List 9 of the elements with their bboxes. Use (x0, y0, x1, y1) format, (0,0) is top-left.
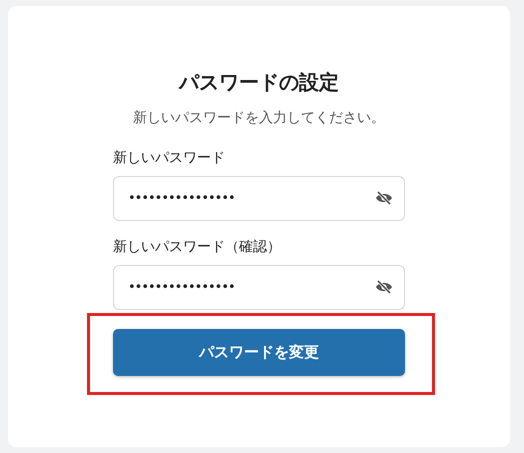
instruction-text: 新しいパスワードを入力してください。 (133, 109, 385, 128)
field-label: 新しいパスワード (113, 149, 226, 168)
password-field[interactable]: •••••••••••••••• (113, 265, 405, 310)
field-label: 新しいパスワード（確認） (113, 238, 282, 257)
eye-slash-icon[interactable] (375, 280, 393, 294)
password-field[interactable]: •••••••••••••••• (113, 176, 405, 221)
eye-slash-icon[interactable] (375, 191, 393, 205)
page-title: パスワードの設定 (179, 69, 339, 96)
change-password-button[interactable]: パスワードを変更 (113, 329, 405, 376)
